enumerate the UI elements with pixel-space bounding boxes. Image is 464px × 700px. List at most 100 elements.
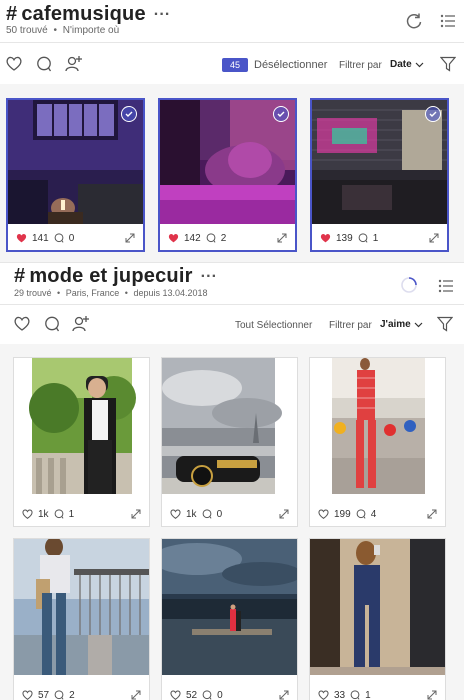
post-stats: 57 2 [14,683,149,700]
heart-outline-icon[interactable] [14,316,30,331]
filter-label: Filtrer par [339,60,382,71]
post-card[interactable]: 52 0 [161,538,298,700]
comment-icon[interactable] [36,56,52,72]
post-image [162,539,297,685]
comment-icon [350,690,360,700]
separator-dot: • [53,25,57,36]
likes-count: 199 [334,508,351,520]
post-image [14,539,149,685]
expand-icon[interactable] [427,509,437,519]
separator-dot: • [124,288,128,298]
heart-filled-icon [16,233,27,243]
heart-outline-icon [170,509,181,519]
post-stats: 1k 0 [162,502,297,526]
post-image [162,358,297,504]
since-date: depuis 13.04.2018 [133,288,208,298]
comments-count: 0 [217,689,223,700]
expand-icon[interactable] [125,233,135,243]
post-stats: 1k 1 [14,502,149,526]
section2-toolbar: Tout Sélectionner Filtrer par J'aime [0,310,464,340]
expand-icon[interactable] [131,509,141,519]
divider [0,304,464,305]
add-user-icon[interactable] [72,315,90,332]
comments-count: 1 [68,508,75,520]
section2-header: # mode et jupecuir ··· 29 trouvé • Paris,… [0,262,464,302]
funnel-filter-icon[interactable] [440,56,456,72]
filter-label: Filtrer par [329,320,372,331]
likes-count: 142 [184,232,201,244]
location-text: N'importe où [62,25,120,36]
post-stats: 33 1 [310,683,445,700]
expand-icon[interactable] [131,690,141,700]
selected-check-icon[interactable] [121,106,137,122]
separator-dot: • [57,288,61,298]
section2-subtitle: 29 trouvé • Paris, France • depuis 13.04… [14,288,208,298]
likes-count: 52 [186,689,198,700]
funnel-filter-icon[interactable] [437,316,453,332]
likes-count: 141 [32,232,49,244]
expand-icon[interactable] [279,690,289,700]
hashtag-name: mode et jupecuir [29,265,193,287]
post-card[interactable]: 142 2 [158,98,297,252]
expand-icon[interactable] [277,233,287,243]
section2-grid: 1k 1 1k 0 199 4 57 2 52 0 33 1 [0,344,464,700]
likes-count: 139 [336,232,353,244]
heart-outline-icon [22,690,33,700]
post-image [310,358,445,504]
post-card[interactable]: 139 1 [310,98,449,252]
selected-check-icon[interactable] [273,106,289,122]
hashtag-symbol: # [14,265,26,287]
comment-icon [206,233,216,243]
filter-dropdown[interactable]: Date [390,59,424,70]
heart-outline-icon [318,690,329,700]
list-view-icon[interactable] [438,279,454,293]
comment-icon [356,509,366,519]
list-view-icon[interactable] [440,14,456,28]
expand-icon[interactable] [279,509,289,519]
post-card[interactable]: 199 4 [309,357,446,527]
expand-icon[interactable] [429,233,439,243]
section1-title: # cafemusique ··· [6,3,170,26]
loading-spinner-icon [400,276,418,294]
comment-icon [54,690,64,700]
heart-outline-icon [318,509,329,519]
section1-subtitle: 50 trouvé • N'importe où [6,25,119,36]
comments-count: 1 [372,232,379,244]
post-card[interactable]: 141 0 [6,98,145,252]
selected-check-icon[interactable] [425,106,441,122]
divider [0,42,464,43]
post-stats: 141 0 [8,226,143,250]
post-card[interactable]: 1k 0 [161,357,298,527]
add-user-icon[interactable] [65,55,83,72]
filter-dropdown[interactable]: J'aime [380,319,423,330]
filter-value: J'aime [380,319,411,330]
post-image [310,539,445,685]
section1-toolbar: 45 Désélectionner Filtrer par Date [0,50,464,80]
post-stats: 199 4 [310,502,445,526]
heart-filled-icon [320,233,331,243]
comment-icon[interactable] [44,316,60,332]
post-card[interactable]: 33 1 [309,538,446,700]
more-options-button[interactable]: ··· [201,268,218,286]
post-card[interactable]: 1k 1 [13,357,150,527]
selected-count-badge: 45 [222,58,249,72]
comments-count: 0 [216,508,223,520]
post-stats: 52 0 [162,683,297,700]
refresh-icon[interactable] [405,12,423,30]
expand-icon[interactable] [427,690,437,700]
likes-count: 57 [38,689,50,700]
location-text: Paris, France [65,288,120,298]
deselect-button[interactable]: Désélectionner [254,59,327,71]
heart-outline-icon[interactable] [6,56,22,71]
select-all-button[interactable]: Tout Sélectionner [235,320,312,331]
likes-count: 1k [38,508,49,520]
chevron-down-icon [414,322,423,327]
post-card[interactable]: 57 2 [13,538,150,700]
result-count: 29 trouvé [14,288,52,298]
comments-count: 4 [370,508,377,520]
comment-icon [202,509,212,519]
more-options-button[interactable]: ··· [154,6,171,24]
hashtag-symbol: # [6,3,18,25]
heart-outline-icon [22,509,33,519]
comments-count: 1 [365,689,371,700]
